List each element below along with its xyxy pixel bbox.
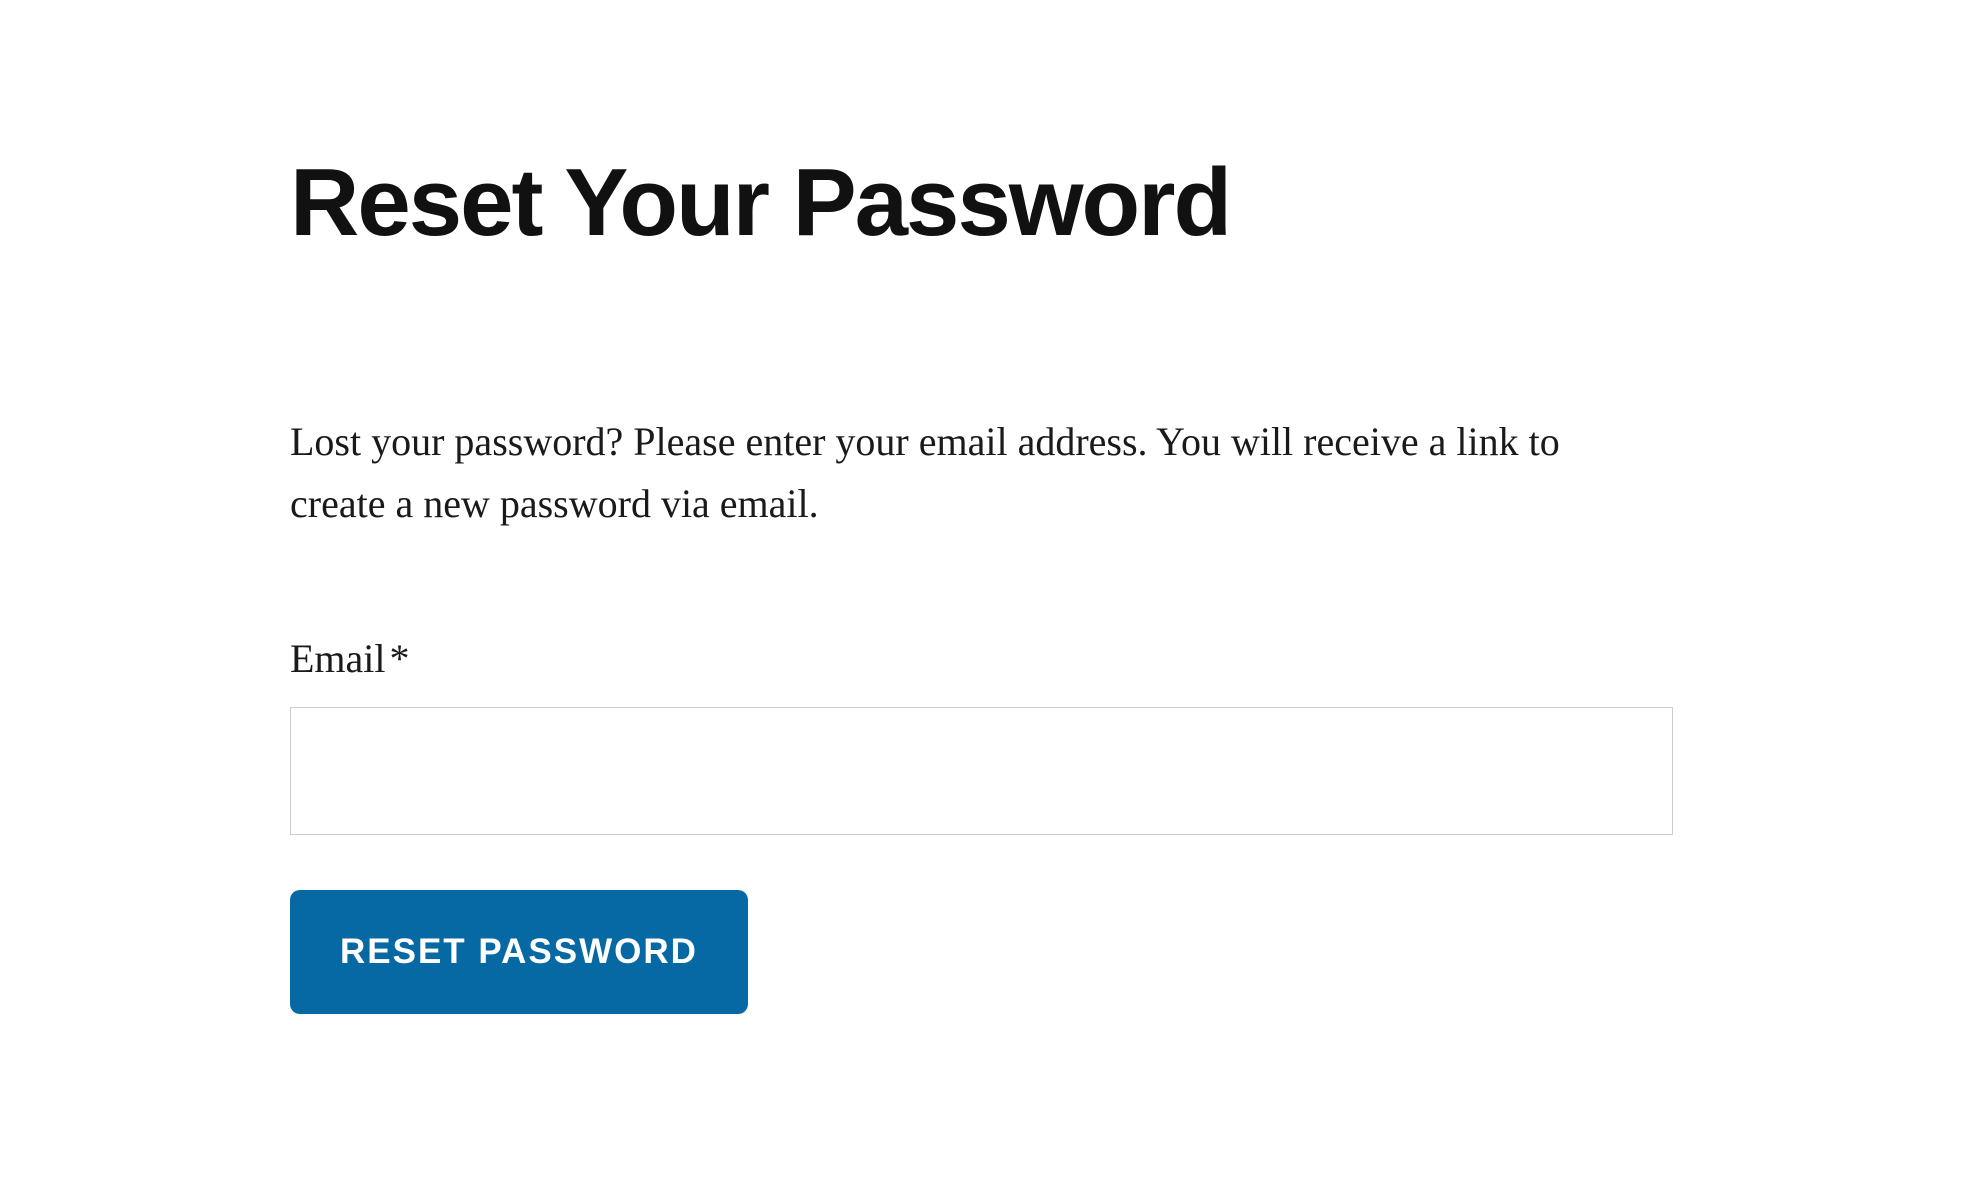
page-title: Reset Your Password <box>290 150 1673 256</box>
email-label-wrapper: Email * <box>290 659 410 676</box>
email-form-group: Email * <box>290 635 1673 835</box>
reset-password-button[interactable]: RESET PASSWORD <box>290 890 748 1014</box>
email-label: Email <box>290 635 386 682</box>
page-description: Lost your password? Please enter your em… <box>290 411 1570 535</box>
required-asterisk: * <box>390 636 410 681</box>
email-field[interactable] <box>290 707 1673 835</box>
reset-password-container: Reset Your Password Lost your password? … <box>0 0 1963 1014</box>
